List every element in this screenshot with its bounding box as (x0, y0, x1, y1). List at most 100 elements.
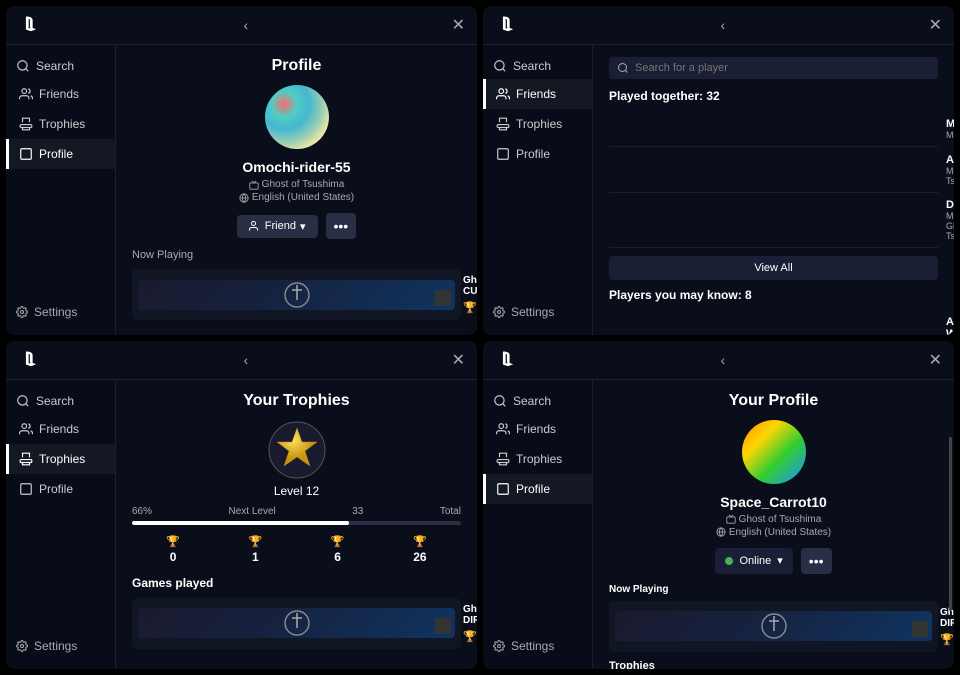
sidebar-item-profile-1[interactable]: Profile (6, 139, 115, 169)
close-button-2[interactable]: ✕ (929, 15, 942, 35)
close-button-1[interactable]: ✕ (452, 15, 465, 35)
search-bar-2[interactable] (609, 57, 938, 79)
panel-friends: ‹ ✕ Search Friends Trophies Profile S (483, 6, 954, 335)
silver-num: 6 (334, 550, 341, 564)
settings-label-3: Settings (34, 639, 77, 653)
friend-name-aka: Aka_circle229 ✦ (946, 153, 954, 166)
profile-label-1: Profile (39, 147, 73, 161)
username-4: Space_Carrot10 (609, 494, 938, 510)
sidebar-1: Search Friends Trophies Profile Settings (6, 45, 116, 335)
settings-3[interactable]: Settings (6, 631, 115, 661)
user-location-1: English (United States) (239, 192, 354, 203)
friend-item-maverick: MaverickxMustang ✦ Met in: Ghost of Tsus… (609, 111, 938, 147)
online-status-button[interactable]: Online ▾ (715, 548, 792, 574)
trophy-row-1: 🏆 0 🏆 000 🏆 000 (463, 301, 477, 314)
sidebar-search-1[interactable]: Search (6, 53, 115, 79)
panel-body-4: Search Friends Trophies Profile Settings… (483, 380, 954, 670)
sidebar-search-4[interactable]: Search (483, 388, 592, 414)
settings-label-4: Settings (511, 639, 554, 653)
sidebar-3: Search Friends Trophies Profile Settings (6, 380, 116, 670)
sidebar-item-friends-2[interactable]: Friends (483, 79, 592, 109)
total-label: Total (440, 506, 461, 517)
trophies-label-1: Trophies (39, 117, 85, 131)
settings-1[interactable]: Settings (6, 297, 115, 327)
panel-your-profile: ‹ ✕ Search Friends Trophies Profile S (483, 341, 954, 670)
sidebar-item-friends-1[interactable]: Friends (6, 79, 115, 109)
more-options-button[interactable]: ••• (326, 213, 357, 239)
friend-button[interactable]: Friend ▾ (237, 215, 318, 238)
scrollbar-4[interactable] (949, 437, 952, 611)
user-game-1: Ghost of Tsushima (249, 179, 345, 190)
friend-btn-area: Friend ▾ ••• (132, 213, 461, 239)
panel-header-4: ‹ ✕ (483, 341, 954, 380)
close-button-3[interactable]: ✕ (452, 350, 465, 370)
settings-4[interactable]: Settings (483, 631, 592, 661)
friend-item-ace: Ace-Wildcat3651 ✦ (609, 310, 938, 335)
now-playing-section-1: Now Playing Ghost of Tsushima DIRECTOR'S… (132, 249, 461, 320)
main-content-4: Your Profile Space_Carrot10 Ghost of Tsu… (593, 380, 954, 670)
game-info-3: Ghost of Tsushima DIRECTOR'S CUT 🏆 0 🏆 1 (463, 604, 477, 643)
avatar-image-4 (742, 420, 806, 484)
player-search-input[interactable] (635, 62, 930, 74)
friend-name-ace: Ace-Wildcat3651 ✦ (946, 316, 954, 335)
sidebar-item-profile-2[interactable]: Profile (483, 139, 592, 169)
back-button-4[interactable]: ‹ (714, 350, 731, 370)
total-trophies: 33 (352, 506, 363, 517)
friend-name-maverick: MaverickxMustang ✦ (946, 117, 954, 130)
sidebar-search-2[interactable]: Search (483, 53, 592, 79)
trophy-counts: 🏆 0 🏆 1 🏆 6 🏆 26 (132, 535, 461, 564)
panel-header-3: ‹ ✕ (6, 341, 477, 380)
level-progress-fill (132, 521, 349, 525)
profile-page-title: Profile (132, 57, 461, 75)
sidebar-item-friends-4[interactable]: Friends (483, 414, 592, 444)
back-button-3[interactable]: ‹ (237, 350, 254, 370)
panel-body-1: Search Friends Trophies Profile Settings… (6, 45, 477, 335)
more-options-button-4[interactable]: ••• (801, 548, 832, 574)
sidebar-item-trophies-1[interactable]: Trophies (6, 109, 115, 139)
ps-logo-2 (495, 14, 517, 36)
profile-label-3: Profile (39, 482, 73, 496)
ps-logo-1 (18, 14, 40, 36)
sidebar-item-trophies-4[interactable]: Trophies (483, 444, 592, 474)
search-label-3: Search (36, 394, 74, 408)
panel-header-2: ‹ ✕ (483, 6, 954, 45)
back-button-1[interactable]: ‹ (237, 15, 254, 35)
avatar-container-1 (132, 85, 461, 149)
game-title-3: Ghost of Tsushima DIRECTOR'S CUT (463, 604, 477, 626)
game-info-1: Ghost of Tsushima DIRECTOR'S CUT 🏆 0 🏆 0… (463, 275, 477, 314)
game-thumbnail-3 (138, 608, 455, 638)
online-area: Online ▾ ••• (609, 548, 938, 574)
settings-label-1: Settings (34, 305, 77, 319)
game-thumbnail-4 (615, 611, 932, 641)
panel-trophies: ‹ ✕ Search Friends Trophies Profile S (6, 341, 477, 670)
game-info-4: Ghost of Tsushima DIRECTOR'S CUT 🏆 0 🏆 1 (940, 607, 954, 646)
sidebar-item-profile-4[interactable]: Profile (483, 474, 592, 504)
view-all-button[interactable]: View All (609, 256, 938, 280)
friend-name-drjuice: DRjuiceXI (946, 199, 954, 211)
close-button-4[interactable]: ✕ (929, 350, 942, 370)
trophies-label-4: Trophies (516, 452, 562, 466)
friend-item-aka: Aka_circle229 ✦ Met in: Ghost of Tsushim… (609, 147, 938, 193)
next-level-pct: 66% (132, 506, 152, 517)
trophy-row-3: 🏆 0 🏆 1 🏆 6 (463, 630, 477, 643)
back-button-2[interactable]: ‹ (714, 15, 731, 35)
sidebar-item-friends-3[interactable]: Friends (6, 414, 115, 444)
user-location-4: English (United States) (716, 527, 831, 538)
sidebar-item-trophies-3[interactable]: Trophies (6, 444, 115, 474)
sidebar-2: Search Friends Trophies Profile Settings (483, 45, 593, 335)
now-playing-label-4: Now Playing (609, 584, 938, 595)
friends-label-1: Friends (39, 87, 79, 101)
trophy-plat-1: 🏆 0 (463, 301, 477, 314)
sidebar-search-3[interactable]: Search (6, 388, 115, 414)
settings-2[interactable]: Settings (483, 297, 592, 327)
trophies-label-2: Trophies (516, 117, 562, 131)
sidebar-item-profile-3[interactable]: Profile (6, 474, 115, 504)
gold-num: 1 (252, 550, 259, 564)
sidebar-item-trophies-2[interactable]: Trophies (483, 109, 592, 139)
bronze-num: 26 (413, 550, 426, 564)
friends-label-4: Friends (516, 422, 556, 436)
online-dot (725, 557, 733, 565)
next-level-label: Next Level (229, 506, 276, 517)
main-content-3: Your Trophies Level 12 66% (116, 380, 477, 670)
ps-logo-4 (495, 349, 517, 371)
